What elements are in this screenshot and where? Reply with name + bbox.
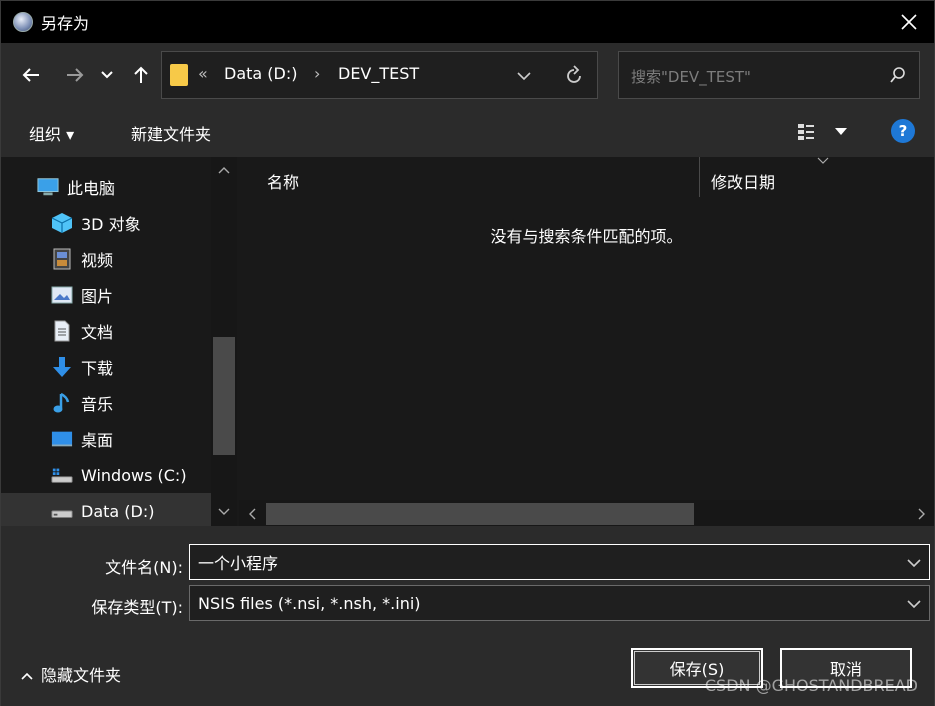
filename-input[interactable]: 一个小程序 [189, 544, 930, 580]
filetype-value: NSIS files (*.nsi, *.nsh, *.ini) [198, 593, 421, 613]
filename-value: 一个小程序 [198, 554, 279, 573]
sidebar-item-drive-c[interactable]: Windows (C:) [1, 457, 211, 493]
scroll-left-icon[interactable] [247, 508, 257, 520]
arrow-left-icon [22, 68, 39, 82]
scroll-right-icon[interactable] [917, 508, 927, 520]
breadcrumb-item-drive[interactable]: Data (D:) [224, 64, 297, 83]
chevron-up-icon [21, 672, 33, 680]
sidebar-item-label: Data (D:) [81, 501, 155, 521]
chevron-down-icon [101, 71, 113, 79]
sidebar-item-drive-d[interactable]: Data (D:) [1, 493, 211, 529]
refresh-icon[interactable] [562, 64, 586, 88]
sidebar-item-label: Windows (C:) [81, 465, 187, 485]
scroll-up-icon[interactable] [218, 165, 230, 175]
empty-folder-message: 没有与搜索条件匹配的项。 [490, 227, 683, 246]
document-icon [51, 320, 73, 342]
breadcrumb-item-folder[interactable]: DEV_TEST [338, 64, 419, 83]
search-box[interactable]: 搜索"DEV_TEST" [618, 51, 920, 99]
command-toolbar: 组织 ▾ 新建文件夹 ? [1, 107, 934, 157]
sort-indicator-icon [817, 157, 829, 164]
folder-icon [170, 64, 188, 86]
horizontal-scroll-thumb[interactable] [266, 503, 694, 525]
organize-menu-button[interactable]: 组织 ▾ [29, 121, 74, 145]
sidebar-item-pictures[interactable]: 图片 [1, 277, 211, 313]
filetype-select[interactable]: NSIS files (*.nsi, *.nsh, *.ini) [189, 585, 930, 621]
filename-label: 文件名(N): [105, 558, 183, 577]
column-header-name[interactable]: 名称 [267, 169, 299, 193]
drive-d-icon [51, 500, 73, 522]
save-form: 文件名(N): 一个小程序 保存类型(T): NSIS files (*.nsi… [1, 526, 934, 706]
filename-dropdown-icon[interactable] [905, 554, 923, 572]
sidebar-item-documents[interactable]: 文档 [1, 313, 211, 349]
window-title: 另存为 [41, 14, 90, 33]
sidebar-item-label: 此电脑 [67, 179, 116, 198]
filetype-dropdown-icon[interactable] [905, 595, 923, 613]
navigation-pane: 此电脑 3D 对象 视频 图片 文档 下载 音乐 桌面 Windows (C:)… [1, 157, 239, 529]
hide-folders-label: 隐藏文件夹 [41, 666, 122, 685]
app-icon [13, 12, 33, 32]
search-icon[interactable] [889, 66, 907, 84]
sidebar-item-label: 文档 [81, 323, 114, 342]
close-button[interactable] [894, 7, 924, 37]
arrow-up-icon [134, 66, 148, 83]
recent-locations-button[interactable] [97, 61, 117, 89]
title-bar: 另存为 [1, 1, 934, 43]
close-icon [901, 14, 917, 30]
hide-folders-toggle[interactable]: 隐藏文件夹 [21, 662, 121, 686]
forward-button[interactable] [61, 61, 89, 89]
up-button[interactable] [127, 61, 155, 89]
back-button[interactable] [17, 61, 45, 89]
filetype-label: 保存类型(T): [91, 598, 183, 617]
music-icon [51, 392, 73, 414]
sidebar-item-label: 下载 [81, 359, 114, 378]
sidebar-scroll-thumb[interactable] [213, 337, 235, 455]
sidebar-item-label: 桌面 [81, 431, 114, 450]
desktop-icon [51, 428, 73, 450]
watermark: CSDN @GHOSTANDBREAD [704, 676, 918, 695]
sidebar-item-label: 3D 对象 [81, 215, 141, 234]
navigation-bar: « Data (D:) › DEV_TEST 搜索"DEV_TEST" [1, 43, 934, 107]
sidebar-item-videos[interactable]: 视频 [1, 241, 211, 277]
download-icon [51, 356, 73, 378]
address-dropdown-icon[interactable] [514, 66, 534, 86]
picture-icon [51, 284, 73, 306]
sidebar-item-downloads[interactable]: 下载 [1, 349, 211, 385]
sidebar-item-this-pc[interactable]: 此电脑 [1, 169, 211, 205]
computer-icon [37, 176, 59, 198]
sidebar-item-music[interactable]: 音乐 [1, 385, 211, 421]
file-list-pane: 名称 修改日期 没有与搜索条件匹配的项。 [239, 157, 934, 526]
cube-icon [51, 212, 73, 234]
drive-c-icon [51, 464, 73, 486]
sidebar-item-label: 图片 [81, 287, 114, 306]
column-header-date-modified[interactable]: 修改日期 [711, 169, 775, 193]
new-folder-button[interactable]: 新建文件夹 [131, 121, 211, 145]
address-bar[interactable]: « Data (D:) › DEV_TEST [161, 51, 598, 99]
help-button[interactable]: ? [891, 119, 915, 143]
column-separator[interactable] [699, 157, 700, 197]
sidebar-item-label: 视频 [81, 251, 114, 270]
main-content: 此电脑 3D 对象 视频 图片 文档 下载 音乐 桌面 Windows (C:)… [1, 157, 934, 529]
search-placeholder: 搜索"DEV_TEST" [631, 68, 751, 86]
breadcrumb-overflow[interactable]: « [198, 64, 208, 83]
view-options-icon[interactable] [797, 121, 823, 143]
sidebar-item-desktop[interactable]: 桌面 [1, 421, 211, 457]
view-dropdown-icon[interactable] [835, 127, 847, 137]
breadcrumb-separator-icon: › [314, 64, 321, 83]
arrow-right-icon [67, 68, 84, 82]
sidebar-item-label: 音乐 [81, 395, 114, 414]
video-icon [51, 248, 73, 270]
save-as-dialog: 另存为 « Data (D:) › DEV_TEST 搜索"DEV_TEST" … [0, 0, 935, 706]
sidebar-item-3d-objects[interactable]: 3D 对象 [1, 205, 211, 241]
scroll-down-icon[interactable] [218, 507, 230, 517]
